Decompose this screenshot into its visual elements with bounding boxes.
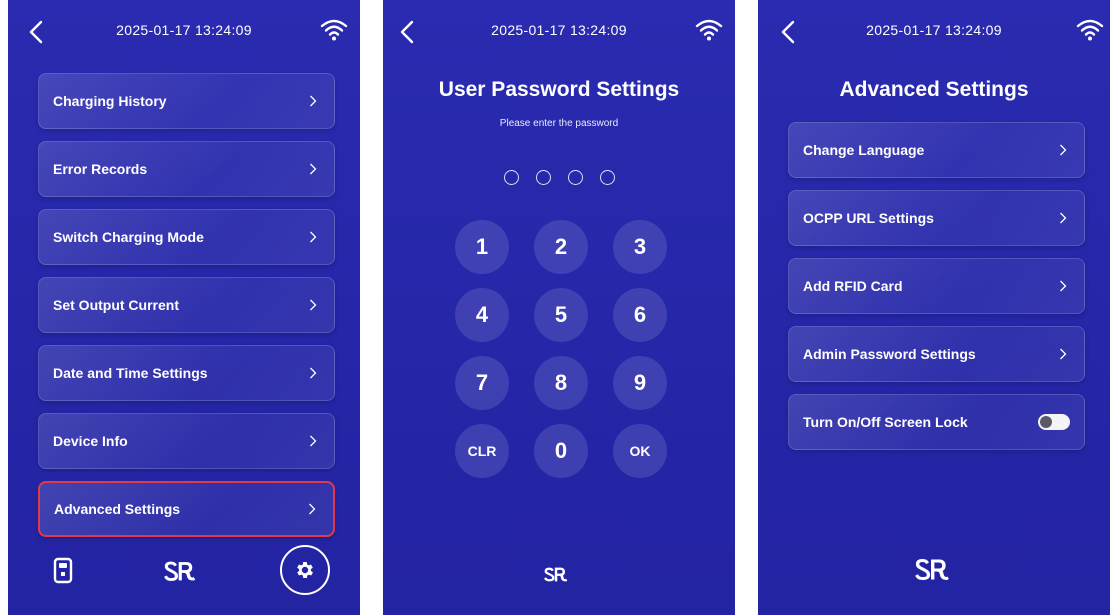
- menu-item-label: Device Info: [53, 433, 128, 449]
- menu-item-label: Advanced Settings: [54, 501, 181, 517]
- key-7[interactable]: 7: [455, 356, 509, 410]
- menu-item-label: Error Records: [53, 161, 148, 177]
- chevron-right-icon: [306, 366, 320, 380]
- menu-item-label: Date and Time Settings: [53, 365, 208, 381]
- menu-item-advanced-settings[interactable]: Advanced Settings: [38, 481, 335, 537]
- key-1[interactable]: 1: [455, 220, 509, 274]
- menu-item-switch-charging-mode[interactable]: Switch Charging Mode: [38, 209, 335, 265]
- menu-item-label: Turn On/Off Screen Lock: [803, 414, 968, 430]
- brand-logo: ᏚᎡ: [544, 565, 568, 586]
- chevron-right-icon: [1056, 279, 1070, 293]
- chevron-right-icon: [305, 502, 319, 516]
- menu-item-change-language[interactable]: Change Language: [788, 122, 1085, 178]
- menu-item-label: Add RFID Card: [803, 278, 903, 294]
- menu-item-date-time-settings[interactable]: Date and Time Settings: [38, 345, 335, 401]
- key-8[interactable]: 8: [534, 356, 588, 410]
- key-4[interactable]: 4: [455, 288, 509, 342]
- key-2[interactable]: 2: [534, 220, 588, 274]
- settings-button[interactable]: [280, 545, 330, 595]
- datetime: 2025-01-17 13:24:09: [491, 22, 627, 38]
- key-5[interactable]: 5: [534, 288, 588, 342]
- main-menu-screen: 2025-01-17 13:24:09 Charging History Err…: [8, 0, 360, 615]
- menu-item-add-rfid-card[interactable]: Add RFID Card: [788, 258, 1085, 314]
- menu-item-set-output-current[interactable]: Set Output Current: [38, 277, 335, 333]
- key-clear[interactable]: CLR: [455, 424, 509, 478]
- advanced-settings-screen: 2025-01-17 13:24:09 Advanced Settings Ch…: [758, 0, 1110, 615]
- password-dots: [383, 170, 735, 185]
- chevron-right-icon: [306, 94, 320, 108]
- menu-item-label: Charging History: [53, 93, 167, 109]
- menu-item-label: Set Output Current: [53, 297, 179, 313]
- wifi-icon: [695, 19, 723, 41]
- menu-item-label: Admin Password Settings: [803, 346, 976, 362]
- menu-item-device-info[interactable]: Device Info: [38, 413, 335, 469]
- key-0[interactable]: 0: [534, 424, 588, 478]
- gear-icon: [297, 562, 313, 578]
- status-bar: 2025-01-17 13:24:09: [383, 12, 735, 52]
- datetime: 2025-01-17 13:24:09: [866, 22, 1002, 38]
- chevron-right-icon: [306, 162, 320, 176]
- chevron-right-icon: [1056, 143, 1070, 157]
- key-3[interactable]: 3: [613, 220, 667, 274]
- brand-logo: ᏚᎡ: [164, 557, 196, 586]
- chevron-right-icon: [306, 298, 320, 312]
- menu-item-label: Switch Charging Mode: [53, 229, 204, 245]
- password-screen: 2025-01-17 13:24:09 User Password Settin…: [383, 0, 735, 615]
- wifi-icon: [320, 19, 348, 41]
- chevron-right-icon: [1056, 211, 1070, 225]
- password-dot: [535, 170, 551, 185]
- page-title: Advanced Settings: [839, 78, 1029, 101]
- status-bar: 2025-01-17 13:24:09: [8, 12, 360, 52]
- toggle-knob: [1040, 416, 1052, 428]
- password-dot: [599, 170, 615, 185]
- menu-item-screen-lock: Turn On/Off Screen Lock: [788, 394, 1085, 450]
- status-bar: 2025-01-17 13:24:09: [758, 12, 1110, 52]
- bottom-nav: ᏚᎡ: [8, 535, 360, 615]
- key-6[interactable]: 6: [613, 288, 667, 342]
- menu-item-error-records[interactable]: Error Records: [38, 141, 335, 197]
- brand-logo: ᏚᎡ: [915, 556, 950, 586]
- chevron-right-icon: [306, 230, 320, 244]
- menu-item-label: OCPP URL Settings: [803, 210, 934, 226]
- menu-item-ocpp-url-settings[interactable]: OCPP URL Settings: [788, 190, 1085, 246]
- page-subtitle: Please enter the password: [499, 118, 619, 129]
- key-ok[interactable]: OK: [613, 424, 667, 478]
- chevron-right-icon: [1056, 347, 1070, 361]
- key-9[interactable]: 9: [613, 356, 667, 410]
- menu-item-admin-password-settings[interactable]: Admin Password Settings: [788, 326, 1085, 382]
- password-dot: [503, 170, 519, 185]
- chevron-right-icon: [306, 434, 320, 448]
- page-title: User Password Settings: [438, 78, 680, 101]
- menu-item-label: Change Language: [803, 142, 925, 158]
- datetime: 2025-01-17 13:24:09: [116, 22, 252, 38]
- charger-icon[interactable]: [52, 557, 76, 585]
- password-dot: [567, 170, 583, 185]
- menu-item-charging-history[interactable]: Charging History: [38, 73, 335, 129]
- screen-lock-toggle[interactable]: [1038, 414, 1070, 430]
- wifi-icon: [1076, 19, 1104, 41]
